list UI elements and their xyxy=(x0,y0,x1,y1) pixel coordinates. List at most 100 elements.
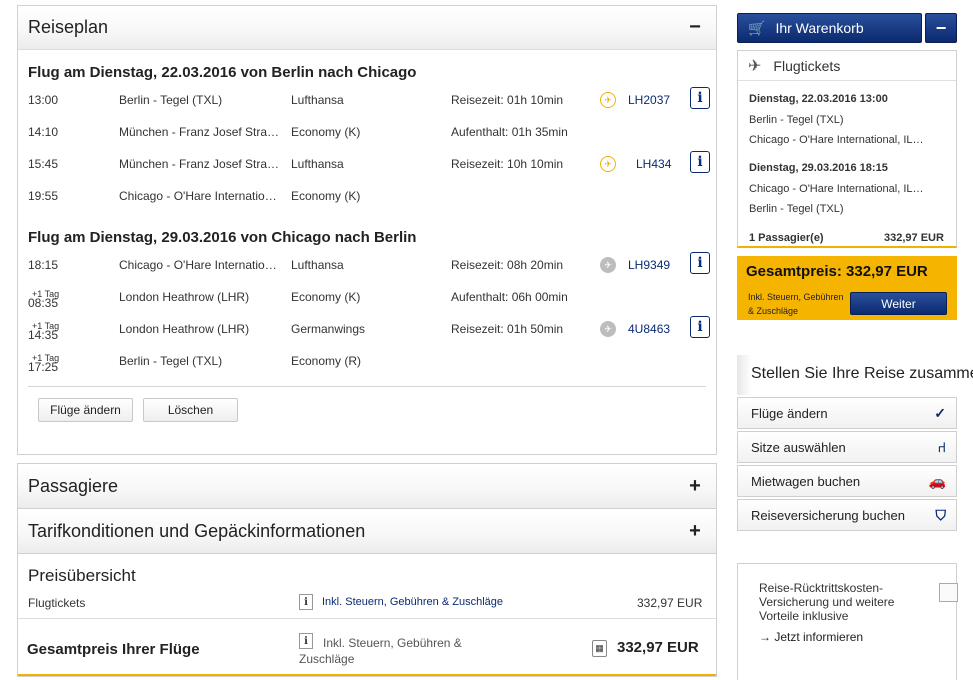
total-price-amount: 332,97 EUR xyxy=(617,639,699,656)
segment-row: 17:25 +1 Tag Berlin - Tegel (TXL) Economy… xyxy=(28,348,706,380)
segment-airport: Chicago - O'Hare Internatio… xyxy=(119,258,277,272)
lufthansa-crane-icon: ✈ xyxy=(600,92,616,108)
cart-minimize-button[interactable]: − xyxy=(925,13,957,43)
info-icon[interactable]: i xyxy=(690,316,710,338)
segment-time: 14:35 +1 Tag xyxy=(28,321,59,342)
segment-class: Economy (R) xyxy=(291,354,362,368)
segment-time: 15:45 xyxy=(28,157,59,171)
passenger-amount: 332,97 EUR xyxy=(884,232,944,244)
outbound-date: Dienstag, 22.03.2016 13:00 xyxy=(749,93,888,105)
cart-header: 🛒 Ihr Warenkorb − xyxy=(737,13,957,43)
flight-number: LH434 xyxy=(636,157,672,171)
flight-number: LH2037 xyxy=(628,93,671,107)
option-travel-insurance[interactable]: Reiseversicherung buchen ⛉ xyxy=(737,499,957,531)
leg-return: Flug am Dienstag, 29.03.2016 von Chicago… xyxy=(28,229,710,380)
segment-airport: München - Franz Josef Stra… xyxy=(119,157,280,171)
option-select-seats[interactable]: Sitze auswählen ⑁ xyxy=(737,431,957,463)
price-row-tickets: Flugtickets i Inkl. Steuern, Gebühren & … xyxy=(18,590,716,618)
segment-airport: London Heathrow (LHR) xyxy=(119,322,250,336)
airline-gray-icon: ✈ xyxy=(600,257,616,273)
next-day-marker: +1 Tag xyxy=(32,289,60,299)
insurance-text: Reise-Rücktrittskosten-Versicherung und … xyxy=(759,581,895,623)
price-overview: Preisübersicht Flugtickets i Inkl. Steue… xyxy=(17,554,717,677)
cart-column: 🛒 Ihr Warenkorb − ✈ Flugtickets Dienstag… xyxy=(737,13,957,320)
segment-time: 19:55 xyxy=(28,189,59,203)
return-date: Dienstag, 29.03.2016 18:15 xyxy=(749,162,888,174)
total-note-line1: Inkl. Steuern, Gebühren & xyxy=(323,636,462,650)
option-label: Mietwagen buchen xyxy=(751,473,861,489)
option-rent-car[interactable]: Mietwagen buchen 🚗 xyxy=(737,465,957,497)
segment-airline: Germanwings xyxy=(291,322,366,336)
collapse-icon[interactable]: − xyxy=(688,16,702,39)
itinerary-panel: Reiseplan − Flug am Dienstag, 22.03.2016… xyxy=(17,5,717,455)
cart-label: Ihr Warenkorb xyxy=(775,20,864,36)
passengers-panel: Passagiere + xyxy=(17,463,717,509)
shield-icon: ⛉ xyxy=(935,506,947,523)
divider xyxy=(28,386,706,387)
itinerary-actions: Flüge ändern Löschen xyxy=(38,398,706,422)
info-icon[interactable]: i xyxy=(299,633,313,649)
price-row-note: Inkl. Steuern, Gebühren & Zuschläge xyxy=(322,596,503,608)
info-icon[interactable]: i xyxy=(690,252,710,274)
broken-image-icon xyxy=(939,583,958,602)
cart-total-note: Inkl. Steuern, Gebühren & Zuschläge xyxy=(748,290,844,318)
segment-row: 08:35 +1 Tag London Heathrow (LHR) Econom… xyxy=(28,284,706,316)
return-from: Chicago - O'Hare International, IL… xyxy=(749,183,924,195)
segment-time: 08:35 +1 Tag xyxy=(28,289,60,310)
option-change-flights[interactable]: Flüge ändern ✓ xyxy=(737,397,957,429)
segment-airline: Lufthansa xyxy=(291,258,344,272)
cart-total-box: Gesamtpreis: 332,97 EUR Inkl. Steuern, G… xyxy=(737,256,957,320)
info-icon[interactable]: i xyxy=(299,594,313,610)
segment-airport: Berlin - Tegel (TXL) xyxy=(119,354,223,368)
option-label: Reiseversicherung buchen xyxy=(751,507,905,523)
arrow-right-icon: → xyxy=(759,630,771,644)
segment-airline: Lufthansa xyxy=(291,93,344,107)
price-overview-title: Preisübersicht xyxy=(28,566,136,585)
car-icon: 🚗 xyxy=(928,472,946,489)
segment-airport: München - Franz Josef Stra… xyxy=(119,125,280,139)
airline-gray-icon: ✈ xyxy=(600,321,616,337)
fare-conditions-header[interactable]: Tarifkonditionen und Gepäckinformationen… xyxy=(18,509,716,553)
option-label: Sitze auswählen xyxy=(751,439,846,455)
price-row-amount: 332,97 EUR xyxy=(637,596,703,610)
leg-outbound: Flug am Dienstag, 22.03.2016 von Berlin … xyxy=(28,64,710,215)
itinerary-header[interactable]: Reiseplan − xyxy=(18,6,716,50)
main-column: Reiseplan − Flug am Dienstag, 22.03.2016… xyxy=(17,5,717,677)
cart-total: Gesamtpreis: 332,97 EUR xyxy=(746,263,928,280)
segment-airline: Lufthansa xyxy=(291,157,344,171)
info-icon[interactable]: i xyxy=(690,87,710,109)
delete-button[interactable]: Löschen xyxy=(143,398,238,422)
continue-button[interactable]: Weiter xyxy=(850,292,947,315)
return-to: Berlin - Tegel (TXL) xyxy=(749,203,844,215)
cart-button[interactable]: 🛒 Ihr Warenkorb xyxy=(737,13,922,43)
insurance-link-label: Jetzt informieren xyxy=(774,630,864,644)
expand-icon[interactable]: + xyxy=(688,520,702,543)
passengers-header[interactable]: Passagiere + xyxy=(18,464,716,508)
cart-tickets-header: ✈ Flugtickets xyxy=(738,51,956,81)
segment-airport: London Heathrow (LHR) xyxy=(119,290,250,304)
segment-time: 13:00 xyxy=(28,93,59,107)
insurance-link[interactable]: → Jetzt informieren xyxy=(759,630,863,644)
itinerary-title: Reiseplan xyxy=(28,17,109,37)
segment-row: 14:35 +1 Tag London Heathrow (LHR) German… xyxy=(28,316,710,348)
segment-layover: Aufenthalt: 06h 00min xyxy=(451,290,568,304)
segment-time: 17:25 +1 Tag xyxy=(28,353,59,374)
leg-title: Flug am Dienstag, 22.03.2016 von Berlin … xyxy=(28,64,417,81)
price-row-label: Flugtickets xyxy=(28,596,86,610)
expand-icon[interactable]: + xyxy=(688,475,702,498)
cart-total-amount: 332,97 EUR xyxy=(846,263,928,280)
airplane-icon: ✈ xyxy=(748,57,762,75)
segment-airport: Chicago - O'Hare Internatio… xyxy=(119,189,277,203)
cart-icon: 🛒 xyxy=(748,19,766,36)
outbound-from: Berlin - Tegel (TXL) xyxy=(749,114,844,126)
calculator-icon[interactable]: ▦ xyxy=(592,640,607,657)
segment-duration: Reisezeit: 01h 50min xyxy=(451,322,564,336)
seat-icon: ⑁ xyxy=(937,439,946,455)
fare-conditions-panel: Tarifkonditionen und Gepäckinformationen… xyxy=(17,509,717,554)
passenger-count: 1 Passagier(e) xyxy=(749,232,824,244)
segment-row: 18:15 Chicago - O'Hare Internatio… Lufth… xyxy=(28,252,710,284)
info-icon[interactable]: i xyxy=(690,151,710,173)
total-price-label: Gesamtpreis Ihrer Flüge xyxy=(27,641,200,658)
change-flights-button[interactable]: Flüge ändern xyxy=(38,398,133,422)
build-trip-title: Stellen Sie Ihre Reise zusammen xyxy=(737,355,973,395)
